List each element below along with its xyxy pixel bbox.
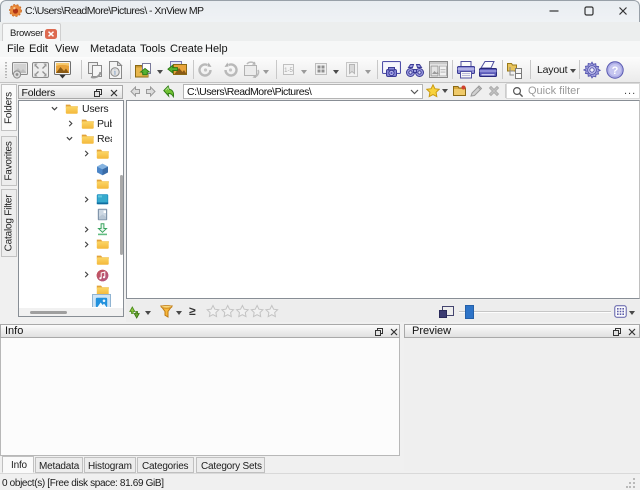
svg-text:i: i xyxy=(114,69,116,77)
svg-text:1-5: 1-5 xyxy=(284,68,293,74)
svg-text:?: ? xyxy=(612,65,619,77)
